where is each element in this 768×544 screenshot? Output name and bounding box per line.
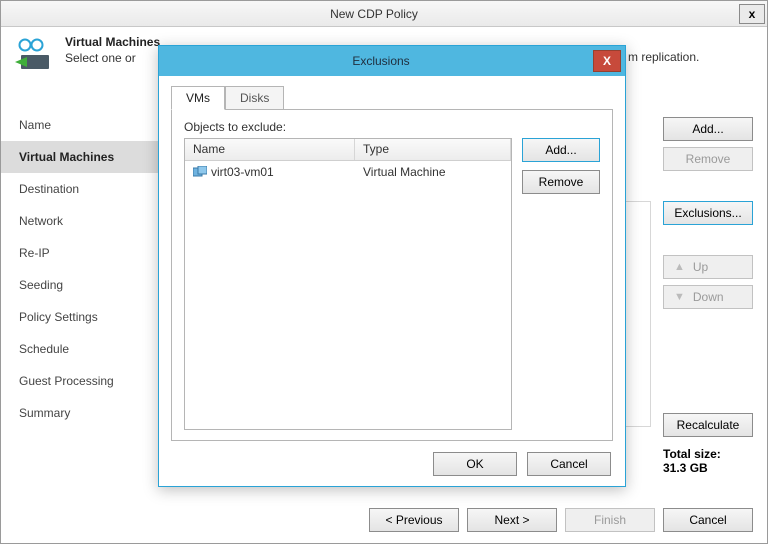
exclusions-tabs: VMs Disks xyxy=(171,86,613,110)
exclusions-titlebar: Exclusions X xyxy=(159,46,625,76)
column-type[interactable]: Type xyxy=(355,139,511,160)
exclude-panel-buttons: Add... Remove xyxy=(522,138,600,430)
exclude-grid-header: Name Type xyxy=(185,139,511,161)
sidebar-item-network[interactable]: Network xyxy=(1,205,163,237)
exclusions-button[interactable]: Exclusions... xyxy=(663,201,753,225)
vm-icon xyxy=(193,166,207,178)
wizard-step-subtitle-tail: m replication. xyxy=(628,50,699,64)
virtual-machines-icon xyxy=(13,35,59,75)
tab-disks[interactable]: Disks xyxy=(225,86,284,110)
wizard-footer: < Previous Next > Finish Cancel xyxy=(1,497,767,543)
move-up-button: ▲Up xyxy=(663,255,753,279)
sidebar-item-guest-processing[interactable]: Guest Processing xyxy=(1,365,163,397)
exclude-grid[interactable]: Name Type virt03-vm01 Virtual Machine xyxy=(184,138,512,430)
recalculate-area: Recalculate Total size: 31.3 GB xyxy=(663,413,753,475)
cancel-button[interactable]: Cancel xyxy=(527,452,611,476)
exclusions-body: VMs Disks Objects to exclude: Name Type xyxy=(171,86,613,440)
vm-list-buttons: Add... Remove Exclusions... ▲Up ▼Down xyxy=(663,117,753,309)
exclusions-dialog: Exclusions X VMs Disks Objects to exclud… xyxy=(158,45,626,487)
arrow-up-icon: ▲ xyxy=(674,261,685,273)
add-button[interactable]: Add... xyxy=(663,117,753,141)
cancel-button[interactable]: Cancel xyxy=(663,508,753,532)
column-name[interactable]: Name xyxy=(185,139,355,160)
tab-panel-vms: Objects to exclude: Name Type virt03-vm0… xyxy=(171,109,613,441)
previous-button[interactable]: < Previous xyxy=(369,508,459,532)
recalculate-button[interactable]: Recalculate xyxy=(663,413,753,437)
sidebar-item-seeding[interactable]: Seeding xyxy=(1,269,163,301)
wizard-steps-sidebar: Name Virtual Machines Destination Networ… xyxy=(1,81,163,497)
finish-button: Finish xyxy=(565,508,655,532)
cdp-policy-wizard: New CDP Policy x Virtual Machines Select… xyxy=(0,0,768,544)
window-title: New CDP Policy xyxy=(9,7,739,21)
sidebar-item-virtual-machines[interactable]: Virtual Machines xyxy=(1,141,163,173)
exclusions-footer: OK Cancel xyxy=(159,442,625,486)
cell-type: Virtual Machine xyxy=(355,163,511,181)
arrow-down-icon: ▼ xyxy=(674,291,685,303)
exclude-remove-button[interactable]: Remove xyxy=(522,170,600,194)
cell-name: virt03-vm01 xyxy=(185,163,355,181)
remove-button: Remove xyxy=(663,147,753,171)
total-size-label: Total size: xyxy=(663,447,753,461)
close-icon[interactable]: x xyxy=(739,4,765,24)
wizard-step-title: Virtual Machines xyxy=(65,35,160,49)
sidebar-item-schedule[interactable]: Schedule xyxy=(1,333,163,365)
sidebar-item-name[interactable]: Name xyxy=(1,109,163,141)
objects-to-exclude-label: Objects to exclude: xyxy=(184,120,600,134)
next-button[interactable]: Next > xyxy=(467,508,557,532)
sidebar-item-re-ip[interactable]: Re-IP xyxy=(1,237,163,269)
exclusions-title: Exclusions xyxy=(169,54,593,68)
table-row[interactable]: virt03-vm01 Virtual Machine xyxy=(185,161,511,183)
exclude-add-button[interactable]: Add... xyxy=(522,138,600,162)
sidebar-item-destination[interactable]: Destination xyxy=(1,173,163,205)
total-size: Total size: 31.3 GB xyxy=(663,447,753,475)
sidebar-item-summary[interactable]: Summary xyxy=(1,397,163,429)
close-icon[interactable]: X xyxy=(593,50,621,72)
tab-vms[interactable]: VMs xyxy=(171,86,225,110)
wizard-step-subtitle: Select one or xyxy=(65,51,160,65)
ok-button[interactable]: OK xyxy=(433,452,517,476)
move-down-button: ▼Down xyxy=(663,285,753,309)
sidebar-item-policy-settings[interactable]: Policy Settings xyxy=(1,301,163,333)
window-titlebar: New CDP Policy x xyxy=(1,1,767,27)
total-size-value: 31.3 GB xyxy=(663,461,753,475)
